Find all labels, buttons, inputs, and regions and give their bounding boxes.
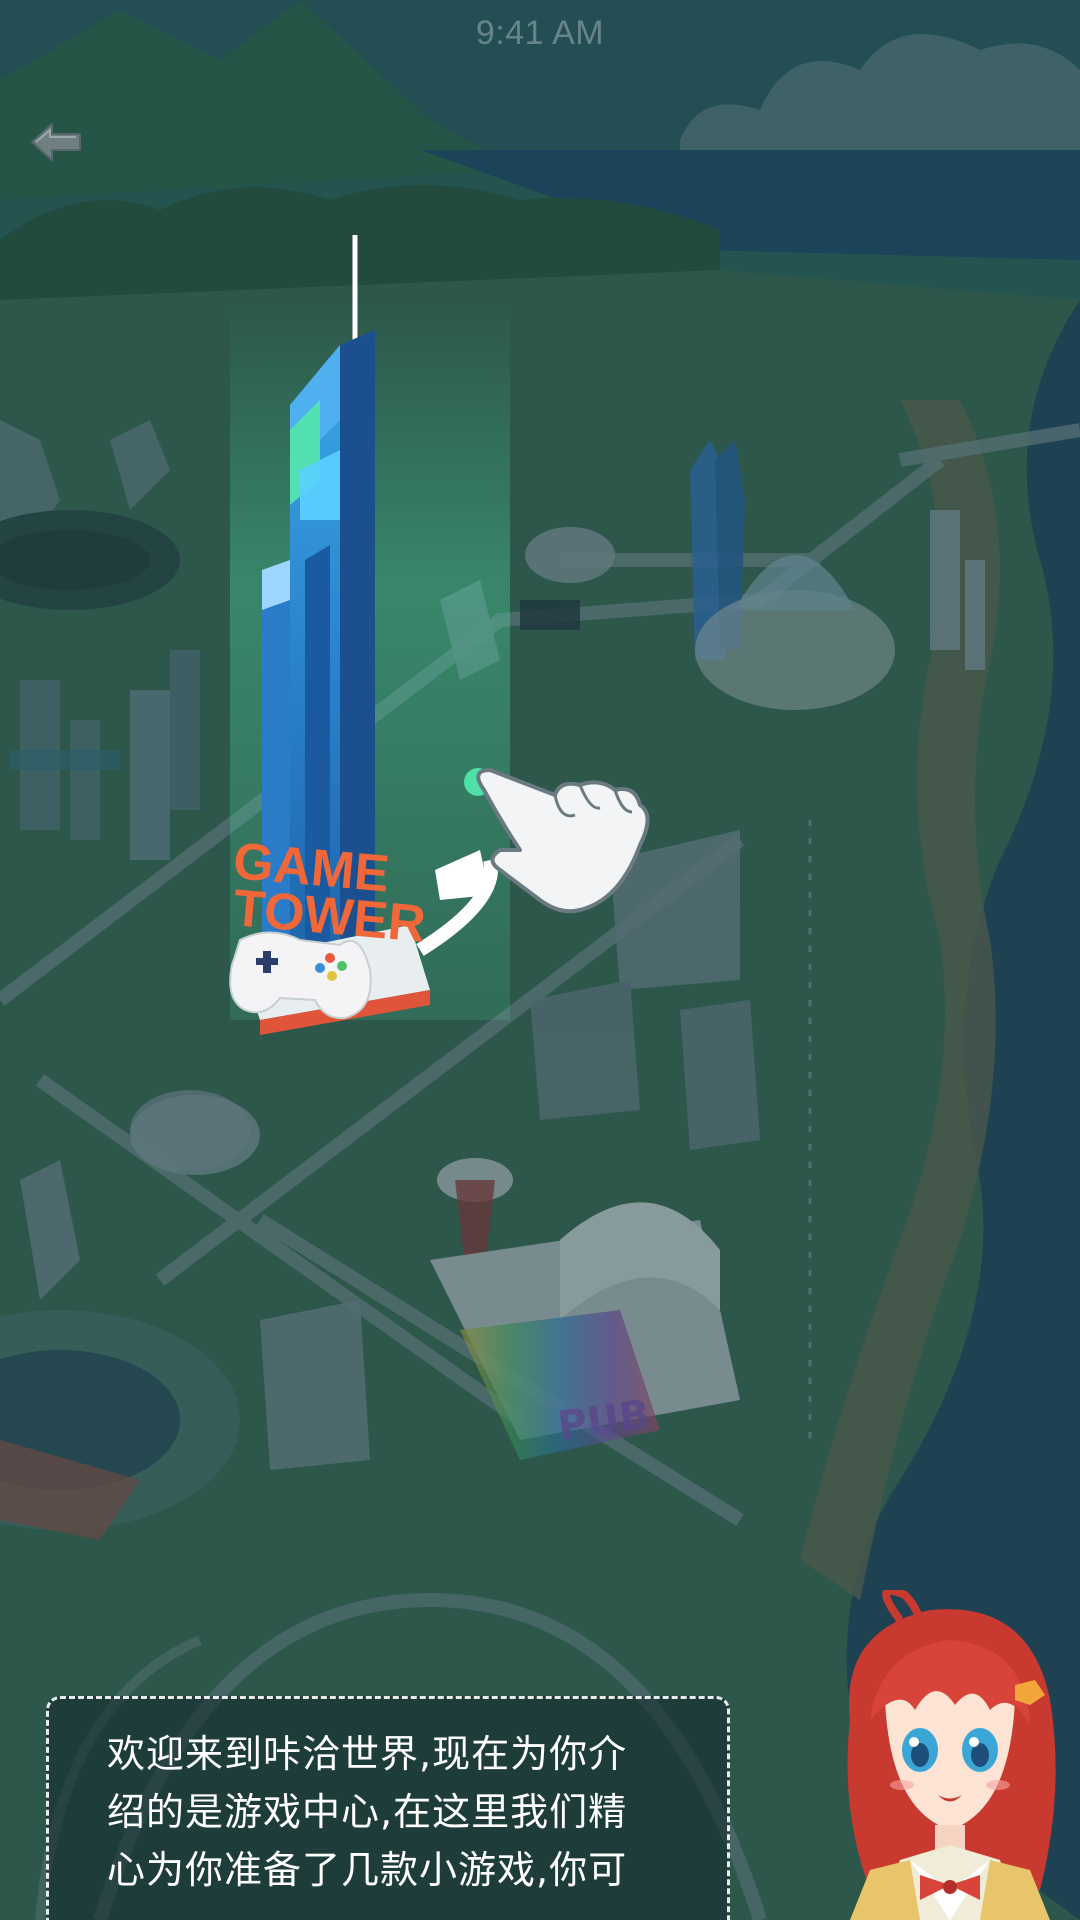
guide-character-avatar bbox=[847, 1590, 1056, 1920]
dialog-line: 欢迎来到咔洽世界,现在为你介 bbox=[107, 1732, 628, 1776]
back-arrow-icon bbox=[31, 123, 81, 161]
guide-dialog-box[interactable]: 欢迎来到咔洽世界,现在为你介 绍的是游戏中心,在这里我们精 心为你准备了几款小游… bbox=[46, 1696, 730, 1920]
dialog-line: 心为你准备了几款小游戏,你可 bbox=[107, 1848, 628, 1892]
dialog-line: 绍的是游戏中心,在这里我们精 bbox=[107, 1790, 628, 1834]
back-button[interactable] bbox=[26, 110, 90, 174]
status-bar-time: 9:41 AM bbox=[475, 14, 605, 52]
game-center-intro-screen: PUB GAME TOWER 9:41 AM 欢迎来到咔洽世界,现在为你介 绍的… bbox=[0, 0, 1080, 1920]
